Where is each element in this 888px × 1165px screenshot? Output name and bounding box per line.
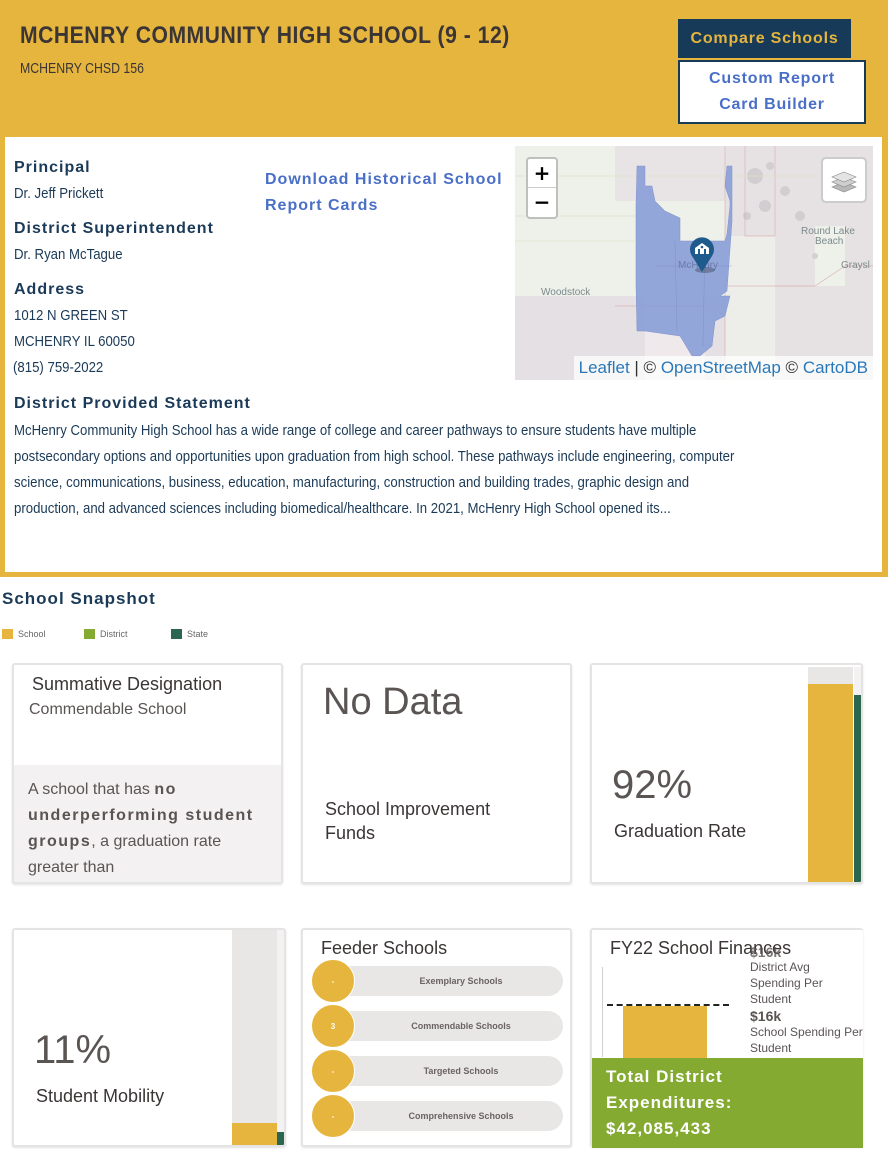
legend-swatch-state [171, 629, 182, 639]
map-attribution: Leaflet | © OpenStreetMap © CartoDB [573, 356, 873, 380]
map-zoom-control: + − [526, 157, 558, 219]
school-finances-card[interactable]: FY22 School Finances $16k District Avg S… [590, 928, 863, 1148]
legend-label-state: State [187, 629, 209, 639]
school-header: MCHENRY COMMUNITY HIGH SCHOOL (9 - 12) M… [0, 0, 888, 577]
phone-number: (815) 759-2022 [13, 359, 104, 376]
map-label-woodstock: Woodstock [541, 287, 591, 298]
attribution-separator-2: © [780, 358, 803, 377]
principal-label: Principal [14, 159, 91, 176]
feeder-label-comprehensive: Comprehensive Schools [329, 1101, 563, 1131]
snapshot-legend: School District State [2, 629, 208, 639]
layers-icon [831, 171, 857, 193]
legend-item-school: School [2, 629, 84, 639]
feeder-count-exemplary: - [311, 959, 355, 1003]
feeder-label-targeted: Targeted Schools [329, 1056, 563, 1086]
graduation-rate-card[interactable]: 92% Graduation Rate [590, 663, 863, 884]
total-expenditures-label-line1: Total District [606, 1067, 723, 1086]
total-expenditures-value: $42,085,433 [606, 1119, 712, 1138]
feeder-schools-card[interactable]: Feeder Schools Exemplary Schools - Comme… [301, 928, 572, 1147]
legend-label-school: School [18, 629, 46, 639]
school-spending-bar [623, 1006, 707, 1058]
school-snapshot-title: School Snapshot [2, 589, 156, 608]
graduation-rate-value: 92% [612, 763, 693, 807]
total-expenditures-label-line2: Expenditures: [606, 1093, 733, 1112]
school-district-map[interactable]: Woodstock McHenry Round Lake Beach Grays… [515, 146, 873, 380]
student-mobility-value: 11% [34, 1028, 112, 1072]
feeder-count-comprehensive: - [311, 1094, 355, 1138]
address-label: Address [14, 281, 86, 298]
summative-designation-description: A school that has no underperforming stu… [14, 765, 281, 882]
feeder-count-targeted: - [311, 1049, 355, 1093]
feeder-row-comprehensive[interactable]: Comprehensive Schools - [311, 1094, 563, 1138]
school-spending-label: School Spending Per Student [750, 1025, 863, 1055]
improvement-funds-label-line1: School Improvement [325, 799, 491, 819]
custom-report-label-line1: Custom Report [709, 70, 835, 87]
desc-text-1: A school that has [28, 781, 155, 798]
legend-label-district: District [100, 629, 128, 639]
student-mobility-card[interactable]: 11% Student Mobility [12, 928, 286, 1147]
improvement-funds-label-line2: Funds [325, 823, 376, 843]
improvement-funds-label: School Improvement Funds [325, 797, 490, 845]
district-avg-spending-value: $16k [750, 944, 782, 960]
zoom-in-button[interactable]: + [528, 159, 556, 188]
district-avg-spending-label: District Avg Spending Per Student [750, 960, 823, 1006]
legend-item-district: District [84, 629, 171, 639]
feeder-label-exemplary: Exemplary Schools [329, 966, 563, 996]
download-link-line1: Download Historical School [265, 171, 503, 188]
feeder-row-exemplary[interactable]: Exemplary Schools - [311, 959, 563, 1003]
legend-item-state: State [171, 629, 208, 639]
feeder-schools-title: Feeder Schools [321, 938, 448, 958]
student-mobility-label: Student Mobility [36, 1086, 165, 1106]
compare-schools-button[interactable]: Compare Schools [678, 19, 851, 58]
download-link-line2: Report Cards [265, 197, 379, 214]
cartodb-link[interactable]: CartoDB [803, 358, 868, 377]
district-statement-label: District Provided Statement [14, 395, 251, 412]
graduation-rate-label: Graduation Rate [614, 821, 747, 841]
zoom-out-button[interactable]: − [528, 188, 556, 217]
map-label-beach: Beach [815, 236, 844, 247]
school-marker-icon[interactable] [687, 234, 717, 278]
download-historical-report-cards-link[interactable]: Download Historical School Report Cards [265, 167, 515, 219]
summative-designation-card[interactable]: Summative Designation Commendable School… [12, 663, 283, 884]
district-statement-text: McHenry Community High School has a wide… [14, 422, 735, 517]
custom-report-card-builder-button[interactable]: Custom Report Card Builder [678, 60, 866, 124]
school-improvement-funds-card[interactable]: No Data School Improvement Funds [301, 663, 572, 884]
legend-swatch-district [84, 629, 95, 639]
district-avg-line [607, 1004, 729, 1006]
total-district-expenditures: Total District Expenditures: $42,085,433 [592, 1058, 863, 1148]
custom-report-label-line2: Card Builder [719, 96, 825, 113]
superintendent-name: Dr. Ryan McTague [14, 246, 123, 263]
map-layers-button[interactable] [821, 157, 867, 203]
improvement-funds-value: No Data [323, 681, 463, 723]
graduation-school-bar [808, 684, 853, 882]
finances-chart-axis [602, 967, 603, 1057]
feeder-row-targeted[interactable]: Targeted Schools - [311, 1049, 563, 1093]
mobility-school-bar [232, 1123, 277, 1145]
legend-swatch-school [2, 629, 13, 639]
attribution-separator: | © [629, 358, 661, 377]
school-name: MCHENRY COMMUNITY HIGH SCHOOL (9 - 12) [20, 22, 510, 49]
address-line2: MCHENRY IL 60050 [14, 333, 135, 350]
summative-designation-value: Commendable School [29, 701, 187, 718]
feeder-count-commendable: 3 [311, 1004, 355, 1048]
summative-designation-title: Summative Designation [32, 674, 223, 694]
principal-name: Dr. Jeff Prickett [14, 185, 104, 202]
feeder-label-commendable: Commendable Schools [329, 1011, 563, 1041]
address-line1: 1012 N GREEN ST [14, 307, 128, 324]
school-info-panel: Principal Dr. Jeff Prickett District Sup… [5, 137, 882, 572]
district-name: MCHENRY CHSD 156 [20, 60, 144, 77]
mobility-state-bar [277, 1132, 284, 1145]
mobility-state-track [277, 930, 284, 1145]
openstreetmap-link[interactable]: OpenStreetMap [661, 358, 781, 377]
mobility-bar-track [232, 930, 277, 1145]
feeder-row-commendable[interactable]: Commendable Schools 3 [311, 1004, 563, 1048]
graduation-state-bar [854, 695, 861, 882]
superintendent-label: District Superintendent [14, 220, 214, 237]
school-spending-value: $16k [750, 1008, 782, 1024]
map-label-grayslake: Graysl [841, 260, 870, 271]
leaflet-link[interactable]: Leaflet [579, 358, 630, 377]
